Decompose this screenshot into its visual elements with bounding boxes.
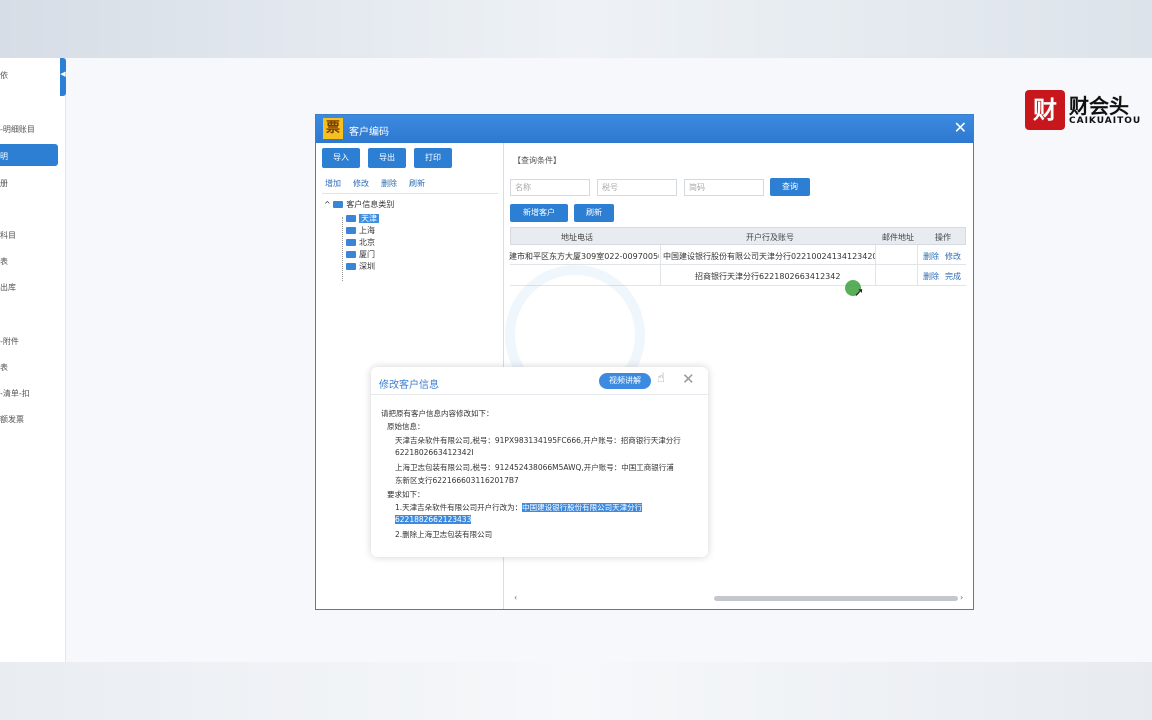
horizontal-scrollbar[interactable]: ‹ › bbox=[510, 593, 966, 603]
sidebar-item-active-label: 明 bbox=[0, 152, 8, 161]
column-divider bbox=[660, 245, 661, 285]
folder-icon bbox=[346, 227, 356, 234]
tree-node-label: 天津 bbox=[359, 214, 379, 223]
scroll-thumb[interactable] bbox=[714, 596, 958, 601]
popup-text: 天津吉朵软件有限公司,税号：91PX983134195FC666,开户账号：招商… bbox=[395, 436, 681, 445]
table-header: 地址电话 开户行及账号 邮件地址 操作 bbox=[510, 227, 966, 245]
delete-link[interactable]: 删除 bbox=[381, 178, 397, 189]
column-header: 邮件地址 bbox=[882, 233, 914, 242]
tree-node[interactable]: 深圳 bbox=[346, 261, 375, 272]
column-header: 操作 bbox=[935, 233, 951, 242]
scroll-left-icon[interactable]: ‹ bbox=[514, 593, 517, 602]
brand-name: 财会头 bbox=[1069, 94, 1129, 118]
import-button[interactable]: 导入 bbox=[322, 148, 360, 168]
divider bbox=[322, 193, 498, 194]
brand-subtitle: CAIKUAITOU bbox=[1069, 116, 1142, 126]
divider bbox=[371, 394, 708, 395]
tree-node[interactable]: 北京 bbox=[346, 237, 375, 248]
delete-link[interactable]: 删除 bbox=[923, 251, 939, 262]
query-label: 【查询条件】 bbox=[513, 156, 561, 165]
bank-cell: 中国建设银行股份有限公司天津分行02210024134123420 bbox=[663, 252, 875, 261]
modify-customer-popup: 修改客户信息 视频讲解 ☝ ✕ 请把原有客户信息内容修改如下： 原始信息： 天津… bbox=[371, 367, 708, 557]
tree-node-label: 厦门 bbox=[359, 250, 375, 259]
collapse-icon: ^ bbox=[324, 200, 331, 209]
popup-text: 请把原有客户信息内容修改如下： bbox=[381, 409, 494, 418]
modify-link[interactable]: 修改 bbox=[353, 178, 369, 189]
tree-root-label: 客户信息类别 bbox=[346, 200, 395, 209]
sidebar-item[interactable]: 表 bbox=[0, 256, 8, 267]
popup-text: 原始信息： bbox=[387, 422, 425, 431]
chevron-left-icon: ◀ bbox=[60, 70, 66, 78]
refresh-button[interactable]: 刷新 bbox=[574, 204, 614, 222]
column-header: 开户行及账号 bbox=[746, 233, 794, 242]
sidebar-item[interactable]: 册 bbox=[0, 178, 8, 189]
highlighted-text: 6221882662123433 bbox=[395, 515, 472, 524]
tree-node-label: 上海 bbox=[359, 226, 375, 235]
sidebar-item[interactable]: -附件 bbox=[0, 336, 19, 347]
folder-icon bbox=[346, 239, 356, 246]
highlighted-text: 中国建设银行股份有限公司天津分行 bbox=[522, 503, 643, 512]
sidebar-item[interactable]: 出库 bbox=[0, 282, 16, 293]
address-cell: 建市和平区东方大厦309室022-00970050 bbox=[509, 252, 659, 261]
popup-text: 6221802663412342I bbox=[395, 448, 474, 457]
popup-text: 2.删除上海卫志包装有限公司 bbox=[395, 530, 493, 539]
new-customer-button[interactable]: 新增客户 bbox=[510, 204, 568, 222]
column-divider bbox=[875, 245, 876, 285]
folder-icon bbox=[346, 263, 356, 270]
delete-link[interactable]: 删除 bbox=[923, 271, 939, 282]
add-link[interactable]: 增加 bbox=[325, 178, 341, 189]
folder-icon bbox=[346, 215, 356, 222]
tree-node[interactable]: 厦门 bbox=[346, 249, 375, 260]
mouse-cursor-icon: ➚ bbox=[854, 285, 865, 299]
brand-logo: 财 财会头 CAIKUAITOU bbox=[1024, 88, 1152, 132]
code-input[interactable]: 简码 bbox=[684, 179, 764, 196]
tree-node[interactable]: 上海 bbox=[346, 225, 375, 236]
column-divider bbox=[917, 245, 918, 285]
dialog-title: 客户编码 bbox=[349, 127, 389, 138]
tree-root[interactable]: ^ 客户信息类别 bbox=[324, 199, 394, 210]
search-button[interactable]: 查询 bbox=[770, 178, 810, 196]
print-button[interactable]: 打印 bbox=[414, 148, 452, 168]
scroll-right-icon[interactable]: › bbox=[960, 593, 963, 602]
sidebar-item[interactable]: 额发票 bbox=[0, 414, 24, 425]
tree-guide bbox=[342, 217, 343, 281]
popup-text: 要求如下： bbox=[387, 490, 425, 499]
popup-text: 1.天津吉朵软件有限公司开户行改为：中国建设银行股份有限公司天津分行 bbox=[395, 502, 643, 513]
tax-input[interactable]: 税号 bbox=[597, 179, 677, 196]
export-button[interactable]: 导出 bbox=[368, 148, 406, 168]
sidebar-item[interactable]: -明细账目 bbox=[0, 124, 35, 135]
dialog-title-bar: 票 客户编码 ✕ bbox=[316, 115, 973, 143]
invoice-logo-icon: 票 bbox=[323, 118, 343, 139]
sidebar-item-active[interactable] bbox=[0, 144, 58, 166]
sidebar-item[interactable]: 科目 bbox=[0, 230, 16, 241]
name-input[interactable]: 名称 bbox=[510, 179, 590, 196]
close-icon[interactable]: ✕ bbox=[954, 119, 967, 137]
tree-node[interactable]: 天津 bbox=[346, 213, 379, 224]
modify-link[interactable]: 修改 bbox=[945, 251, 961, 262]
brand-mark: 财 bbox=[1025, 90, 1065, 130]
left-sidebar: 依 -明细账目 明 册 科目 表 出库 -附件 表 -清单-扣 额发票 bbox=[0, 58, 66, 662]
popup-text: 上海卫志包装有限公司,税号：912452438066M5AWQ,开户账号：中国工… bbox=[395, 463, 674, 472]
bank-cell: 招商银行天津分行6221802663412342 bbox=[695, 272, 841, 281]
popup-text: 东新区支行6221666031162017B7 bbox=[395, 476, 519, 485]
sidebar-item[interactable]: 依 bbox=[0, 70, 8, 81]
column-header: 地址电话 bbox=[561, 233, 593, 242]
tree-node-label: 深圳 bbox=[359, 262, 375, 271]
folder-icon bbox=[333, 201, 344, 208]
popup-text-part: 1.天津吉朵软件有限公司开户行改为： bbox=[395, 503, 523, 512]
bottom-banner bbox=[0, 662, 1152, 720]
top-banner bbox=[0, 0, 1152, 58]
video-tutorial-button[interactable]: 视频讲解 bbox=[599, 373, 651, 389]
tree-node-label: 北京 bbox=[359, 238, 375, 247]
close-icon[interactable]: ✕ bbox=[682, 370, 695, 388]
popup-title: 修改客户信息 bbox=[379, 380, 439, 391]
hand-pointer-icon[interactable]: ☝ bbox=[657, 371, 665, 386]
folder-icon bbox=[346, 251, 356, 258]
refresh-link[interactable]: 刷新 bbox=[409, 178, 425, 189]
complete-link[interactable]: 完成 bbox=[945, 271, 961, 282]
sidebar-item[interactable]: 表 bbox=[0, 362, 8, 373]
sidebar-item[interactable]: -清单-扣 bbox=[0, 388, 30, 399]
